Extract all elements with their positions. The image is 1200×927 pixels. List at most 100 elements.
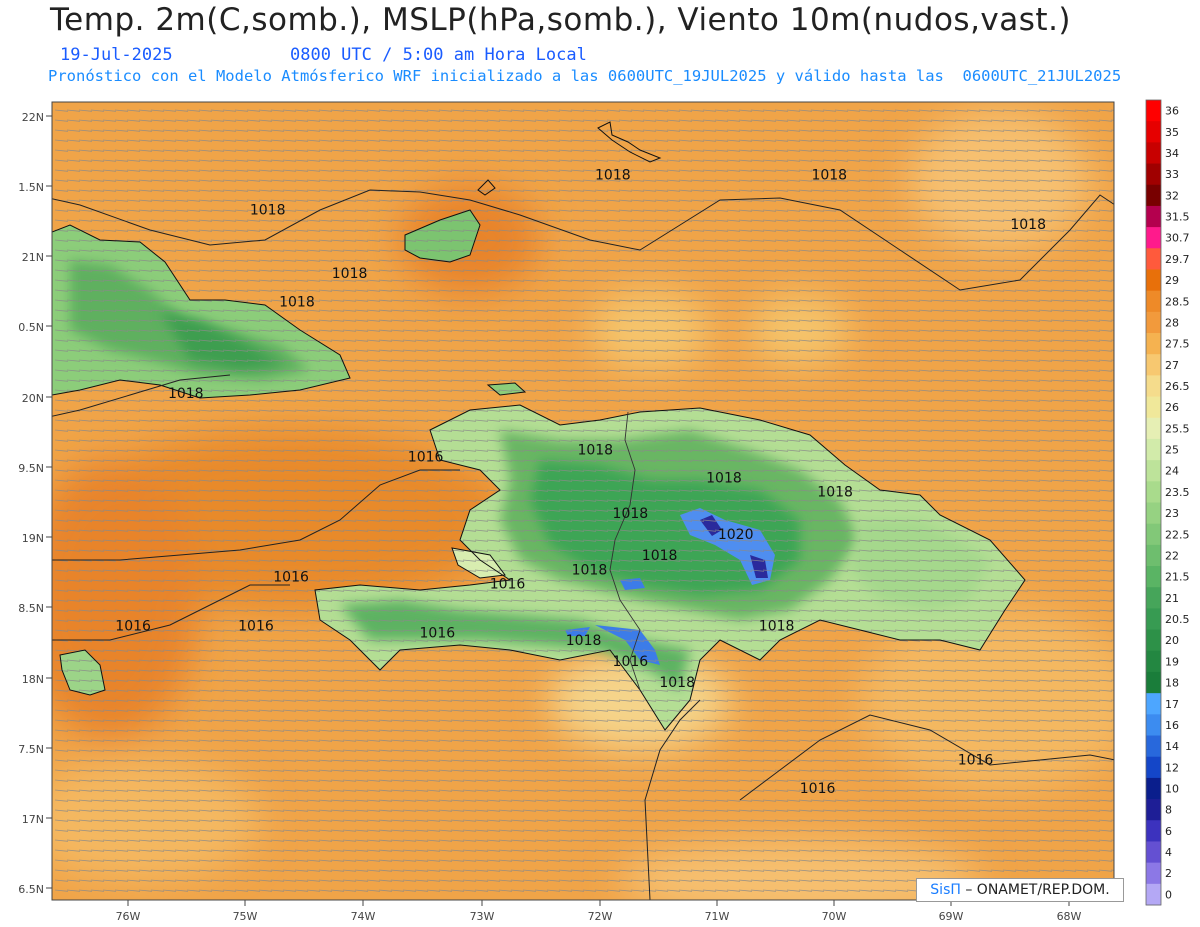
colorbar-swatch xyxy=(1146,841,1161,864)
colorbar-swatch xyxy=(1146,883,1161,906)
weather-map: 10181018101810181018101810181016 10181018… xyxy=(18,99,1190,923)
lon-tick-label: 69W xyxy=(939,910,964,923)
colorbar-swatch xyxy=(1146,608,1161,631)
lon-tick-label: 68W xyxy=(1057,910,1082,923)
colorbar-swatch xyxy=(1146,438,1161,461)
colorbar-label: 14 xyxy=(1165,740,1179,753)
colorbar-label: 23.5 xyxy=(1165,486,1190,499)
colorbar-label: 16 xyxy=(1165,719,1179,732)
pressure-label: 1018 xyxy=(1010,217,1046,233)
latitude-axis: 22N 1.5N 21N 0.5N 20N 9.5N 19N 8.5N 18N 7.5N 17N 6.… xyxy=(18,111,52,896)
colorbar-swatch xyxy=(1146,100,1161,122)
colorbar-label: 6 xyxy=(1165,825,1172,838)
lat-tick-label: 21N xyxy=(22,251,44,264)
pressure-label: 1016 xyxy=(958,753,994,769)
colorbar-swatch xyxy=(1146,248,1161,270)
pressure-label: 1018 xyxy=(613,506,649,522)
lon-tick-label: 70W xyxy=(822,910,847,923)
colorbar-swatch xyxy=(1146,481,1161,503)
colorbar-label: 24 xyxy=(1165,465,1179,478)
lon-tick-label: 73W xyxy=(470,910,495,923)
pressure-label: 1018 xyxy=(572,562,608,578)
colorbar-swatch xyxy=(1146,693,1161,715)
colorbar-label: 19 xyxy=(1165,655,1179,668)
colorbar-swatch xyxy=(1146,396,1161,419)
colorbar-swatch xyxy=(1146,121,1161,143)
colorbar-swatch xyxy=(1146,756,1161,779)
pressure-label: 1018 xyxy=(759,619,795,635)
lat-tick-label: 17N xyxy=(22,813,44,826)
colorbar-label: 20 xyxy=(1165,634,1179,647)
colorbar-swatch xyxy=(1146,502,1161,525)
colorbar-swatch xyxy=(1146,671,1161,694)
colorbar-label: 0 xyxy=(1165,888,1172,901)
colorbar-swatch xyxy=(1146,566,1161,588)
pressure-label: 1016 xyxy=(420,626,456,642)
lat-tick-label: 7.5N xyxy=(18,743,44,756)
colorbar-label: 8 xyxy=(1165,804,1172,817)
colorbar-swatch xyxy=(1146,354,1161,376)
colorbar-swatch xyxy=(1146,333,1161,355)
lat-tick-label: 6.5N xyxy=(18,883,44,896)
pressure-label: 1018 xyxy=(577,442,613,458)
colorbar-label: 22.5 xyxy=(1165,528,1190,541)
pressure-label: 1016 xyxy=(115,619,151,635)
lon-tick-label: 71W xyxy=(705,910,730,923)
colorbar-label: 29 xyxy=(1165,274,1179,287)
pressure-label: 1016 xyxy=(273,569,309,585)
colorbar-swatch xyxy=(1146,142,1161,165)
colorbar-swatch xyxy=(1146,227,1161,249)
colorbar-swatch xyxy=(1146,799,1161,821)
pressure-label: 1018 xyxy=(250,203,286,219)
pressure-label: 1016 xyxy=(800,781,836,797)
pressure-label: 1018 xyxy=(595,167,631,183)
pressure-label: 1018 xyxy=(566,633,602,649)
colorbar-label: 21.5 xyxy=(1165,571,1190,584)
colorbar-label: 30.7 xyxy=(1165,232,1190,245)
colorbar-label: 4 xyxy=(1165,846,1172,859)
colorbar-swatch xyxy=(1146,375,1161,398)
credit-org: – ONAMET/REP.DOM. xyxy=(965,882,1110,898)
colorbar-label: 31.5 xyxy=(1165,211,1190,224)
pressure-label: 1018 xyxy=(706,471,742,487)
colorbar-label: 18 xyxy=(1165,677,1179,690)
colorbar-label: 21 xyxy=(1165,592,1179,605)
lat-tick-label: 9.5N xyxy=(18,462,44,475)
pressure-label: 1016 xyxy=(613,654,649,670)
lon-tick-label: 72W xyxy=(588,910,613,923)
colorbar-swatch xyxy=(1146,163,1161,186)
colorbar-label: 29.7 xyxy=(1165,253,1190,266)
lat-tick-label: 0.5N xyxy=(18,321,44,334)
colorbar-swatch xyxy=(1146,184,1161,207)
pressure-label: 1018 xyxy=(332,266,368,282)
colorbar-label: 2 xyxy=(1165,867,1172,880)
colorbar-swatch xyxy=(1146,777,1161,800)
colorbar-label: 26 xyxy=(1165,401,1179,414)
lon-tick-label: 76W xyxy=(116,910,141,923)
colorbar-swatch xyxy=(1146,205,1161,228)
colorbar-label: 36 xyxy=(1165,105,1179,118)
colorbar-label: 25 xyxy=(1165,444,1179,457)
lat-tick-label: 1.5N xyxy=(18,181,44,194)
colorbar-swatch xyxy=(1146,417,1161,440)
colorbar-label: 33 xyxy=(1165,168,1179,181)
pressure-label: 1018 xyxy=(811,167,847,183)
colorbar-swatch xyxy=(1146,714,1161,737)
pressure-label: 1018 xyxy=(817,485,853,501)
colorbar-swatch xyxy=(1146,862,1161,885)
colorbar-label: 22 xyxy=(1165,549,1179,562)
pressure-label: 1016 xyxy=(408,449,444,465)
colorbar-label: 27 xyxy=(1165,359,1179,372)
colorbar-swatch xyxy=(1146,311,1161,334)
longitude-axis: 76W 75W 74W 73W 72W 71W 70W 69W 68W xyxy=(116,900,1082,923)
colorbar-swatch xyxy=(1146,735,1161,758)
lat-tick-label: 18N xyxy=(22,673,44,686)
colorbar-label: 32 xyxy=(1165,189,1179,202)
colorbar-swatch xyxy=(1146,544,1161,567)
credit-label: SisΠ – ONAMET/REP.DOM. xyxy=(916,878,1124,902)
colorbar-label: 25.5 xyxy=(1165,422,1190,435)
colorbar-label: 10 xyxy=(1165,782,1179,795)
colorbar-swatch xyxy=(1146,523,1161,546)
pressure-label: 1018 xyxy=(659,675,695,691)
pressure-label: 1016 xyxy=(238,619,274,635)
